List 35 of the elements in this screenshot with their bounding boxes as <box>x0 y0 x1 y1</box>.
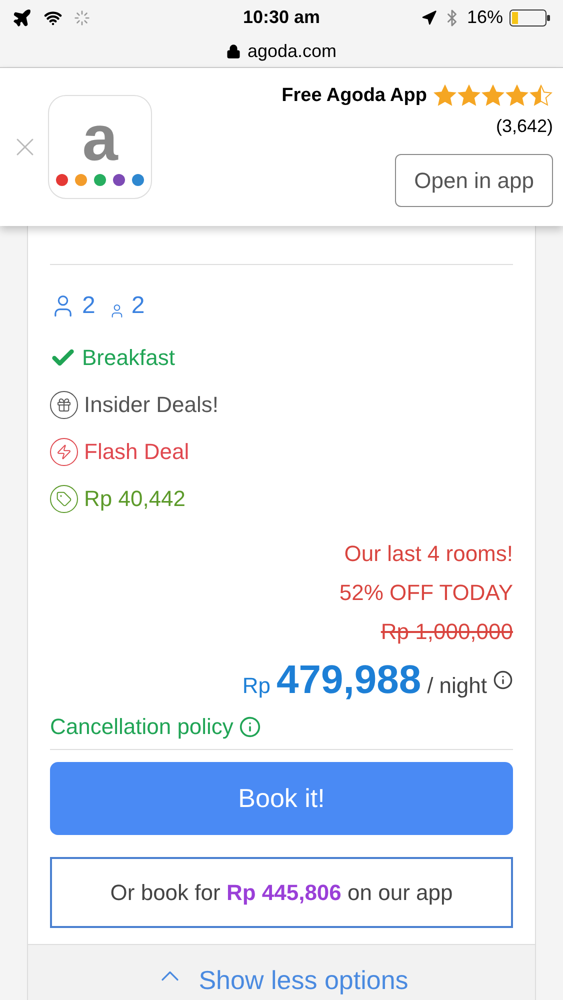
review-count: (3,642) <box>496 114 553 138</box>
currency-label: Rp <box>242 672 270 700</box>
info-icon[interactable] <box>493 670 513 690</box>
battery-icon <box>509 8 551 26</box>
child-count: 2 <box>131 293 145 319</box>
star-icon <box>505 84 529 108</box>
benefit-label: Breakfast <box>82 344 175 372</box>
clock-time: 10:30 am <box>242 6 320 29</box>
urgency-text: Our last 4 rooms! <box>344 540 513 568</box>
price-amount: 479,988 <box>276 657 422 704</box>
benefit-label: Rp 40,442 <box>84 485 186 513</box>
lightning-icon <box>50 438 78 466</box>
star-icon <box>529 84 553 108</box>
tag-icon <box>50 484 78 512</box>
app-offer-button[interactable]: Or book for Rp 445,806 on our app <box>50 857 513 928</box>
logo-letter: a <box>82 108 118 168</box>
original-price: Rp 1,000,000 <box>380 618 513 646</box>
wifi-icon <box>44 8 62 26</box>
open-in-app-button[interactable]: Open in app <box>395 154 553 206</box>
urgency-text: 52% OFF TODAY <box>339 579 513 607</box>
benefit-label: Flash Deal <box>84 438 190 466</box>
adult-count: 2 <box>82 293 96 319</box>
app-title: Free Agoda App <box>282 84 427 108</box>
star-icon <box>433 84 457 108</box>
lock-icon <box>226 44 242 58</box>
location-icon <box>420 10 437 26</box>
star-icon <box>457 84 481 108</box>
spinner-icon <box>74 10 90 26</box>
battery-percent: 16% <box>466 6 503 29</box>
star-icon <box>481 84 505 108</box>
price-unit: / night <box>427 672 487 700</box>
airplane-icon <box>12 8 32 28</box>
benefit-label: Insider Deals! <box>84 391 219 419</box>
gift-icon <box>50 390 78 418</box>
url-text[interactable]: agoda.com <box>247 38 337 64</box>
